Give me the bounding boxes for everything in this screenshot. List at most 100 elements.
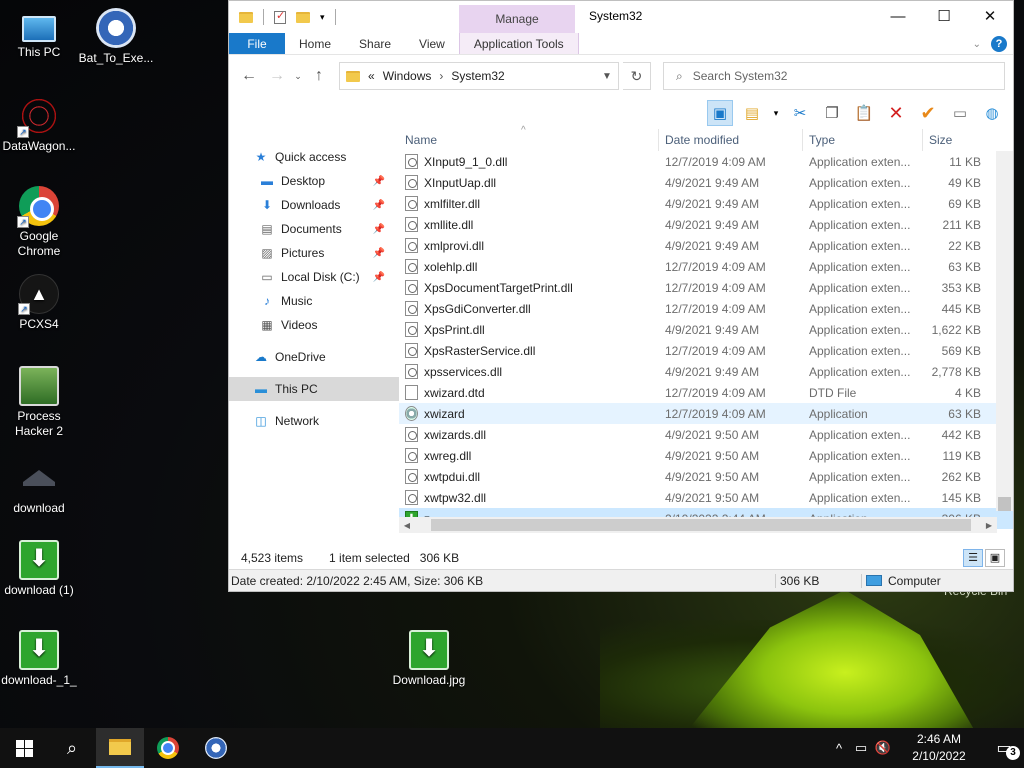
- breadcrumb-separator-icon[interactable]: ›: [439, 69, 443, 83]
- taskbar-bat-to-exe[interactable]: [192, 728, 240, 768]
- desktop-icon-download-1[interactable]: ⬇ download (1): [0, 540, 78, 598]
- search-input[interactable]: Search System32: [693, 69, 788, 83]
- cut-icon[interactable]: ✂: [787, 100, 813, 126]
- close-button[interactable]: ✕: [967, 1, 1013, 31]
- column-date-modified[interactable]: Date modified: [659, 129, 803, 151]
- column-name[interactable]: Name: [399, 129, 659, 151]
- volume-muted-icon[interactable]: 🔇: [872, 740, 894, 756]
- scroll-right-icon[interactable]: ▶: [981, 521, 997, 530]
- sidebar-item-desktop[interactable]: ▬ Desktop 📌: [229, 169, 399, 193]
- chevron-up-icon[interactable]: ^: [828, 741, 850, 756]
- properties-icon[interactable]: [274, 9, 286, 24]
- file-row[interactable]: xmllite.dll 4/9/2021 9:49 AM Application e…: [399, 214, 1013, 235]
- tab-application-tools[interactable]: Application Tools: [458, 33, 579, 54]
- search-box[interactable]: ⌕ Search System32: [663, 62, 1005, 90]
- column-type[interactable]: Type: [803, 129, 923, 151]
- tab-manage[interactable]: Manage: [459, 5, 575, 33]
- title-bar[interactable]: ▾ Manage System32 — ☐ ✕: [229, 1, 1013, 33]
- minimize-button[interactable]: —: [875, 1, 921, 31]
- properties-icon[interactable]: ▭: [947, 100, 973, 126]
- desktop-icon-download[interactable]: download: [0, 458, 78, 516]
- start-button[interactable]: [0, 728, 48, 768]
- address-dropdown-icon[interactable]: ▼: [596, 71, 618, 82]
- file-row[interactable]: XpsGdiConverter.dll 12/7/2019 4:09 AM Appl…: [399, 298, 1013, 319]
- pin-icon[interactable]: 📌: [373, 248, 385, 259]
- desktop-icon-download-_1_[interactable]: ⬇ download-_1_: [0, 630, 78, 688]
- file-row[interactable]: XpsDocumentTargetPrint.dll 12/7/2019 4:09…: [399, 277, 1013, 298]
- sidebar-item-documents[interactable]: ▤ Documents 📌: [229, 217, 399, 241]
- sidebar-item-pictures[interactable]: ▨ Pictures 📌: [229, 241, 399, 265]
- delete-icon[interactable]: ✕: [883, 100, 909, 126]
- new-folder-icon[interactable]: ▤: [739, 100, 765, 126]
- file-row[interactable]: XpsRasterService.dll 12/7/2019 4:09 AM App…: [399, 340, 1013, 361]
- file-row[interactable]: xmlprovi.dll 4/9/2021 9:49 AM Application …: [399, 235, 1013, 256]
- preview-pane-icon[interactable]: ▣: [707, 100, 733, 126]
- search-button[interactable]: ⌕: [48, 728, 96, 768]
- breadcrumb-windows[interactable]: Windows: [383, 69, 432, 83]
- horizontal-scrollbar[interactable]: ◀ ▶: [399, 517, 997, 533]
- file-row[interactable]: XInput9_1_0.dll 12/7/2019 4:09 AM Applicat…: [399, 151, 1013, 172]
- scroll-left-icon[interactable]: ◀: [399, 521, 415, 530]
- sidebar-item-local-disk[interactable]: ▭ Local Disk (C:) 📌: [229, 265, 399, 289]
- sidebar-item-music[interactable]: ♪ Music: [229, 289, 399, 313]
- up-button[interactable]: ↑: [307, 67, 331, 85]
- recent-locations-icon[interactable]: ⌄: [293, 71, 303, 82]
- desktop-icon-datawagon[interactable]: ↗ DataWagon...: [0, 96, 78, 154]
- sidebar-item-this-pc[interactable]: ▬ This PC: [229, 377, 399, 401]
- tab-file[interactable]: File: [229, 33, 285, 54]
- file-row[interactable]: xolehlp.dll 12/7/2019 4:09 AM Application …: [399, 256, 1013, 277]
- pin-icon[interactable]: 📌: [373, 200, 385, 211]
- file-row[interactable]: xwtpw32.dll 4/9/2021 9:50 AM Application e…: [399, 487, 1013, 508]
- details-view-icon[interactable]: ☰: [963, 549, 983, 567]
- dropdown-icon[interactable]: ▾: [771, 100, 781, 126]
- clock[interactable]: 2:46 AM 2/10/2022: [894, 731, 984, 765]
- sidebar-item-network[interactable]: ◫ Network: [229, 409, 399, 433]
- file-row[interactable]: xwizards.dll 4/9/2021 9:50 AM Application …: [399, 424, 1013, 445]
- expand-ribbon-icon[interactable]: ⌄: [973, 39, 981, 50]
- desktop-icon-this-pc[interactable]: This PC: [0, 8, 78, 60]
- tab-home[interactable]: Home: [285, 33, 345, 54]
- address-prefix[interactable]: «: [368, 69, 375, 83]
- tab-share[interactable]: Share: [345, 33, 405, 54]
- file-row[interactable]: xwizard.dtd 12/7/2019 4:09 AM DTD File 4 KB: [399, 382, 1013, 403]
- maximize-button[interactable]: ☐: [921, 1, 967, 31]
- file-row[interactable]: XpsPrint.dll 4/9/2021 9:49 AM Application …: [399, 319, 1013, 340]
- desktop-icon-pcxs4[interactable]: ▲ ↗ PCXS4: [0, 274, 78, 332]
- file-row[interactable]: xpsservices.dll 4/9/2021 9:49 AM Applicati…: [399, 361, 1013, 382]
- pin-icon[interactable]: 📌: [373, 224, 385, 235]
- tab-view[interactable]: View: [405, 33, 459, 54]
- paste-icon[interactable]: 📋: [851, 100, 877, 126]
- back-button[interactable]: ←: [237, 67, 261, 85]
- address-bar[interactable]: « Windows › System32 ▼: [339, 62, 619, 90]
- scrollbar-thumb[interactable]: [998, 497, 1011, 511]
- breadcrumb-system32[interactable]: System32: [451, 69, 504, 83]
- desktop-icon-download-jpg[interactable]: ⬇ Download.jpg: [390, 630, 468, 688]
- desktop-icon-process-hacker[interactable]: Process Hacker 2: [0, 366, 78, 439]
- help-icon[interactable]: ?: [991, 36, 1007, 52]
- file-row[interactable]: xmlfilter.dll 4/9/2021 9:49 AM Application…: [399, 193, 1013, 214]
- new-folder-icon[interactable]: [296, 11, 310, 23]
- taskbar-chrome[interactable]: [144, 728, 192, 768]
- taskbar-file-explorer[interactable]: [96, 728, 144, 768]
- sidebar-item-videos[interactable]: ▦ Videos: [229, 313, 399, 337]
- sidebar-item-downloads[interactable]: ⬇ Downloads 📌: [229, 193, 399, 217]
- desktop-icon-bat-to-exe[interactable]: Bat_To_Exe...: [77, 8, 155, 66]
- notification-center-button[interactable]: ▭ 3: [984, 738, 1024, 760]
- qat-dropdown-icon[interactable]: ▾: [320, 12, 325, 23]
- sidebar-item-onedrive[interactable]: ☁ OneDrive: [229, 345, 399, 369]
- scrollbar-thumb[interactable]: [431, 519, 971, 531]
- rename-check-icon[interactable]: ✔: [915, 100, 941, 126]
- file-row[interactable]: xwtpdui.dll 4/9/2021 9:50 AM Application e…: [399, 466, 1013, 487]
- globe-icon[interactable]: ◍: [979, 100, 1005, 126]
- file-row[interactable]: xwreg.dll 4/9/2021 9:50 AM Application ext…: [399, 445, 1013, 466]
- forward-button[interactable]: →: [265, 67, 289, 85]
- vertical-scrollbar[interactable]: [996, 151, 1013, 511]
- copy-icon[interactable]: ❐: [819, 100, 845, 126]
- desktop-icon-chrome[interactable]: ↗ Google Chrome: [0, 186, 78, 259]
- column-size[interactable]: Size: [923, 129, 997, 151]
- file-row[interactable]: XInputUap.dll 4/9/2021 9:49 AM Application…: [399, 172, 1013, 193]
- refresh-button[interactable]: ↻: [623, 62, 651, 90]
- pin-icon[interactable]: 📌: [373, 176, 385, 187]
- sidebar-item-quick-access[interactable]: ★ Quick access: [229, 145, 399, 169]
- file-row[interactable]: xwizard 12/7/2019 4:09 AM Application 63 KB: [399, 403, 1013, 424]
